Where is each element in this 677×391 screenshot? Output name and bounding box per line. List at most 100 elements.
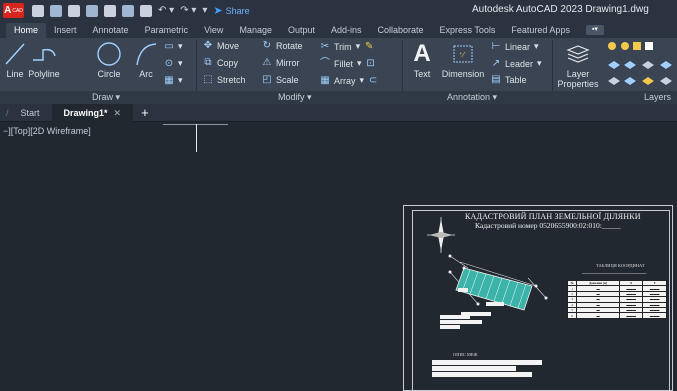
legend-bar (432, 360, 542, 365)
new-icon[interactable] (32, 4, 44, 17)
tab-view[interactable]: View (196, 23, 231, 38)
mirror-button[interactable]: ⚠ Mirror (262, 58, 300, 69)
save-icon[interactable] (68, 4, 80, 17)
fillet-icon: ⌒ (320, 57, 330, 69)
parcel-label-bar (440, 320, 482, 324)
trim-label: Trim (334, 41, 352, 52)
circle-label: Circle (97, 69, 121, 79)
rectangle-icon: ▭ (164, 40, 174, 52)
trim-dropdown-icon[interactable]: ▾ (356, 41, 361, 52)
tab-express-tools[interactable]: Express Tools (432, 23, 504, 38)
drawing-tab-label: Drawing1* (63, 107, 108, 118)
properties-label: Properties (557, 79, 599, 89)
dimension-tool[interactable]: ⁺⁄ Dimension (438, 41, 488, 79)
rectangle-dropdown-icon: ▾ (178, 41, 183, 51)
scale-label: Scale (276, 75, 299, 85)
table-icon: ▤ (491, 74, 501, 85)
circle-tool[interactable]: Circle (94, 41, 124, 79)
ribbon-options-button[interactable]: ▪▾ (585, 25, 604, 35)
ellipse-icon: ⊙ (164, 57, 174, 69)
explode-icon[interactable]: ⊡ (366, 58, 376, 69)
stretch-label: Stretch (217, 75, 246, 85)
coord-table-title: ТАБЛИЦЯ КООРДИНАТ (596, 263, 645, 268)
window-title: Autodesk AutoCAD 2023 Drawing1.dwg (472, 4, 649, 15)
modify-panel-label[interactable]: Modify ▾ (278, 92, 312, 103)
rotate-button[interactable]: ↻ Rotate (262, 40, 303, 52)
erase-icon[interactable]: ✎ (364, 41, 374, 52)
coord-table-subtitle: ▁▁▁▁▁▁▁▁▁▁▁▁▁▁▁▁▁▁▁▁▁▁▁▁▁▁▁▁ (582, 270, 647, 274)
tab-add-ins[interactable]: Add-ins (323, 23, 370, 38)
fillet-button[interactable]: ⌒ Fillet ▾ ⊡ (320, 58, 376, 69)
table-row: 6 ▬ ▬▬▬ ▬▬▬ (566, 312, 667, 319)
text-icon: A (413, 40, 431, 67)
leader-button[interactable]: ↗ Leader ▾ (491, 58, 542, 69)
crosshair-vertical (196, 124, 197, 152)
row-number: 6 (566, 312, 578, 319)
layer-properties-button[interactable]: Layer Properties (555, 41, 601, 89)
table-cell: ▬▬▬ (618, 312, 644, 319)
layer-stack-icon (555, 41, 601, 67)
line-icon (3, 41, 27, 67)
file-tabs: / Start Drawing1* ✕ + (0, 103, 677, 122)
mirror-label: Mirror (276, 58, 300, 68)
stretch-button[interactable]: ⬚ Stretch (203, 75, 246, 86)
layers-panel-label[interactable]: Layers (644, 92, 671, 102)
tab-featured-apps[interactable]: Featured Apps (503, 23, 578, 38)
customize-qa-icon[interactable]: ▾ (202, 5, 207, 16)
new-tab-button[interactable]: + (141, 105, 149, 120)
scale-button[interactable]: ◰ Scale (262, 75, 299, 86)
share-button[interactable]: ➤ Share (213, 4, 249, 17)
table-cell: ▬ (576, 312, 620, 319)
table-button[interactable]: ▤ Table (491, 74, 527, 86)
tab-output[interactable]: Output (280, 23, 323, 38)
print-icon[interactable] (140, 4, 152, 17)
text-tool[interactable]: A Text (408, 40, 436, 79)
tab-home[interactable]: Home (6, 23, 47, 38)
text-label: Text (413, 69, 431, 79)
copy-button[interactable]: ⧉ Copy (203, 57, 238, 69)
app-menu-button[interactable]: A CAD (3, 3, 24, 18)
dimension-label: Dimension (441, 69, 485, 79)
trim-button[interactable]: ✂ Trim ▾ ✎ (320, 41, 374, 52)
tab-collaborate[interactable]: Collaborate (370, 23, 432, 38)
offset-icon[interactable]: ⊂ (368, 75, 378, 86)
move-button[interactable]: ✥ Move (203, 41, 239, 52)
line-tool[interactable]: Line (3, 41, 27, 79)
linear-label: Linear (505, 41, 531, 52)
share-icon: ➤ (213, 5, 223, 17)
array-dropdown-icon[interactable]: ▾ (360, 75, 365, 86)
fillet-dropdown-icon[interactable]: ▾ (357, 58, 362, 69)
polyline-label: Polyline (28, 69, 60, 79)
arc-label: Arc (139, 69, 153, 79)
rotate-icon: ↻ (262, 40, 272, 51)
open-icon[interactable] (50, 4, 62, 17)
table-label: Table (505, 75, 527, 85)
viewport-controls[interactable]: −][Top][2D Wireframe] (3, 126, 91, 136)
web-mobile-icon[interactable] (104, 4, 116, 17)
tab-manage[interactable]: Manage (231, 23, 280, 38)
legend-bar (432, 372, 532, 377)
hatch-tool[interactable]: ▦ ▾ (164, 75, 182, 86)
tab-annotate[interactable]: Annotate (85, 23, 137, 38)
arc-tool[interactable]: Arc (134, 41, 158, 79)
tab-parametric[interactable]: Parametric (137, 23, 197, 38)
leader-dropdown-icon: ▾ (537, 58, 542, 68)
rectangle-tool[interactable]: ▭ ▾ (164, 40, 183, 52)
array-button[interactable]: ▦ Array ▾ ⊂ (320, 75, 378, 86)
plot-icon[interactable] (122, 4, 134, 17)
sheet-subtitle: Кадастровий номер 0520655900:02:010:____… (475, 221, 621, 230)
draw-panel-label[interactable]: Draw ▾ (92, 92, 120, 103)
fillet-label: Fillet (334, 58, 354, 69)
ellipse-tool[interactable]: ⊙ ▾ (164, 58, 183, 69)
save-as-icon[interactable] (86, 4, 98, 17)
polyline-tool[interactable]: Polyline (27, 41, 61, 79)
copy-icon: ⧉ (204, 57, 212, 68)
annotation-panel-label[interactable]: Annotation ▾ (447, 92, 497, 103)
tab-insert[interactable]: Insert (46, 23, 85, 38)
undo-icon[interactable]: ↶ ▾ (158, 5, 174, 16)
redo-icon[interactable]: ↷ ▾ (180, 5, 196, 16)
drawing-tab[interactable]: Drawing1* ✕ (51, 103, 134, 122)
linear-button[interactable]: ⊢ Linear ▾ (491, 41, 539, 52)
start-tab[interactable]: Start (9, 104, 52, 122)
close-tab-icon[interactable]: ✕ (114, 108, 122, 118)
